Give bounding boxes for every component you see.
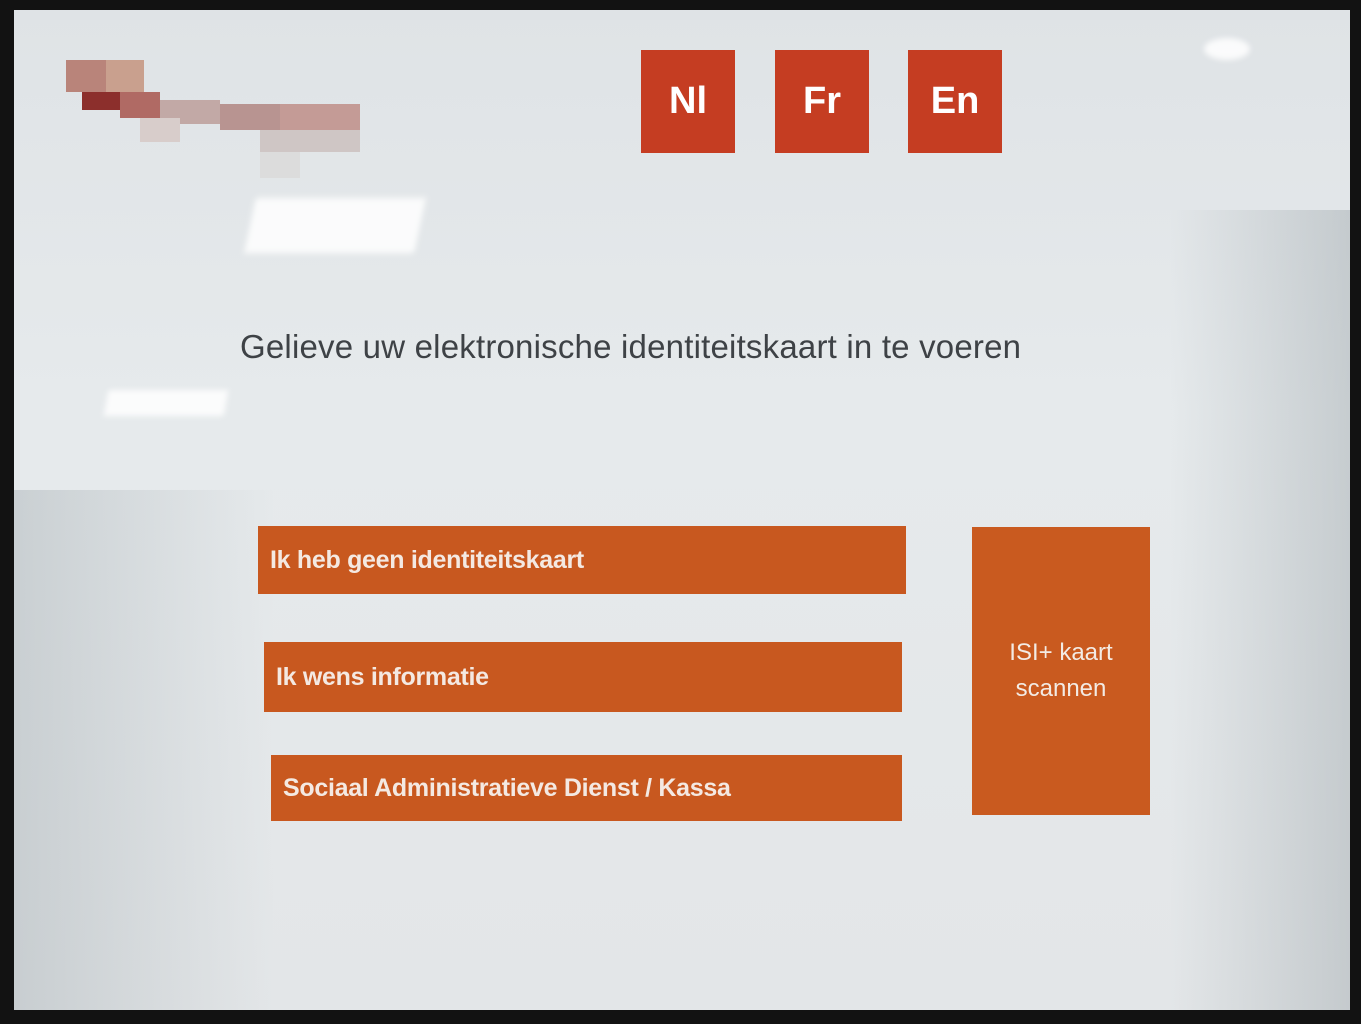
reflection-shade-right [1170,210,1350,1010]
pixelated-logo [66,60,366,180]
social-admin-service-button[interactable]: Sociaal Administratieve Dienst / Kassa [271,755,902,821]
language-button-fr[interactable]: Fr [775,50,869,153]
social-admin-service-label: Sociaal Administratieve Dienst / Kassa [283,773,731,802]
ceiling-light-reflection [103,390,229,416]
no-identity-card-label: Ik heb geen identiteitskaart [270,545,584,574]
ceiling-light-reflection [1204,38,1250,60]
scan-isi-card-label: ISI+ kaart scannen [1009,639,1113,702]
kiosk-screen: Nl Fr En Gelieve uw elektronische identi… [14,10,1350,1010]
language-button-nl[interactable]: Nl [641,50,735,153]
no-identity-card-button[interactable]: Ik heb geen identiteitskaart [258,526,906,594]
kiosk-bezel: Nl Fr En Gelieve uw elektronische identi… [0,0,1361,1024]
insert-id-card-prompt: Gelieve uw elektronische identiteitskaar… [240,328,1022,365]
reflection-shade-left [14,490,274,1010]
request-information-label: Ik wens informatie [276,662,489,691]
language-button-en[interactable]: En [908,50,1002,153]
request-information-button[interactable]: Ik wens informatie [264,642,902,712]
scan-isi-card-button[interactable]: ISI+ kaart scannen [972,527,1150,815]
ceiling-light-reflection [244,198,426,253]
